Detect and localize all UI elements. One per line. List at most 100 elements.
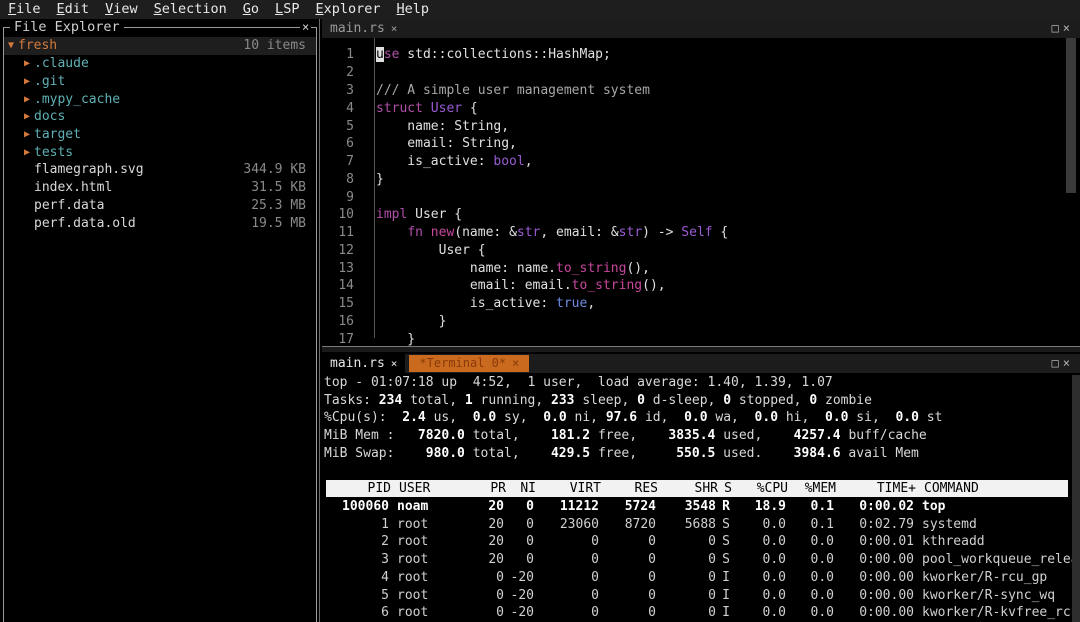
editor-scrollbar[interactable] (1066, 38, 1076, 193)
process-cell: 0:00.00 (859, 552, 914, 568)
tree-item-perf-data[interactable]: perf.data 25.3 MB (20, 197, 316, 215)
process-cell: S (722, 516, 730, 532)
tasks-stopped: 0 (723, 393, 732, 408)
menu-go[interactable]: Go (235, 0, 267, 19)
terminal-output[interactable]: top - 01:07:18 up 4:52, 1 user, load ave… (324, 374, 1080, 622)
process-cell: 0 (648, 605, 656, 621)
process-row[interactable]: 4 root 0 -20 0 0 0 I 0.0 0.0 0:00.00 kworker/R-rcu_… (324, 569, 1047, 587)
process-cell: 0 (591, 552, 599, 568)
code-area[interactable]: 1 use std::collections::HashMap; 2 3 /// A… (322, 38, 1080, 347)
code-text: is_active: true, (376, 296, 596, 311)
col-pid: PID (367, 481, 391, 496)
process-cell: 0 (708, 605, 716, 621)
process-row[interactable]: 100060 noam 20 0 11212 5724 3548 R 18.9 0.1 0:00.0… (324, 498, 945, 516)
line-number: 8 (346, 172, 354, 187)
menu-file[interactable]: File (0, 0, 49, 19)
tab-close-icon[interactable]: × (391, 22, 398, 35)
file-size: 344.9 KB (243, 162, 306, 177)
terminal-pane: main.rs × *Terminal 0* × □× top - 01:07:18… (322, 354, 1080, 622)
process-cell: 0:00.00 (859, 569, 914, 585)
explorer-close-button[interactable]: × (300, 19, 312, 36)
pane-splitter[interactable] (322, 346, 1080, 352)
code-line: 7 is_active: bool, (322, 153, 532, 171)
tree-item-target[interactable]: ▶ target (20, 126, 316, 144)
col-shr: SHR (694, 481, 718, 496)
file-explorer-panel: File Explorer × ▼ fresh 10 items ▶ .clau… (0, 19, 320, 622)
process-cell: 0.0 (762, 605, 786, 621)
menu-explorer[interactable]: Explorer (307, 0, 388, 19)
process-cell: 3548 (684, 499, 716, 514)
process-row[interactable]: 5 root 0 -20 0 0 0 I 0.0 0.0 0:00.00 kworker/R-sync… (324, 587, 1055, 605)
tasks-total: 234 (378, 393, 403, 408)
tree-item-git[interactable]: ▶ .git (20, 73, 316, 91)
process-cell: I (722, 587, 730, 603)
process-cell: 20 (488, 552, 504, 568)
menu-selection[interactable]: Selection (146, 0, 235, 19)
process-cell: root (397, 569, 429, 585)
line-number: 6 (346, 136, 354, 151)
menu-bar: File Edit View Selection Go LSP Explorer… (0, 0, 1080, 19)
process-cell: 5688 (684, 516, 716, 532)
process-cell: 0 (526, 516, 534, 532)
process-row[interactable]: 1 root 20 0 23060 8720 5688 S 0.0 0.1 0:02.79 syste… (324, 516, 977, 534)
line-number: 16 (338, 314, 354, 329)
collapsed-arrow-icon: ▶ (23, 147, 31, 158)
top-swap-line: MiB Swap: 980.0 total, 429.5 free, 550.5… (324, 446, 919, 461)
code-text: } (376, 172, 384, 187)
process-cell: 5 (381, 587, 389, 603)
process-cell: 0.0 (762, 516, 786, 532)
menu-view[interactable]: View (97, 0, 146, 19)
tab-main-rs[interactable]: main.rs × (322, 19, 406, 38)
collapsed-arrow-icon: ▶ (23, 76, 31, 87)
tree-item-tests[interactable]: ▶ tests (20, 144, 316, 162)
tasks-zombie: 0 (809, 393, 818, 408)
tab-close-icon[interactable]: × (512, 356, 519, 370)
tree-item-mypy-cache[interactable]: ▶ .mypy_cache (20, 91, 316, 109)
tree-item-claude[interactable]: ▶ .claude (20, 55, 316, 73)
tree-item-docs[interactable]: ▶ docs (20, 108, 316, 126)
tree-item-perf-data-old[interactable]: perf.data.old 19.5 MB (20, 215, 316, 233)
process-cell: 0 (648, 587, 656, 603)
code-text: struct User { (376, 101, 478, 116)
process-cell: root (397, 516, 429, 532)
process-cell: 6 (381, 605, 389, 621)
cpu-hi: 0.0 (754, 410, 779, 425)
process-cell: 0.0 (762, 587, 786, 603)
process-row[interactable]: 2 root 20 0 0 0 0 S 0.0 0.0 0:00.01 kthreadd (324, 533, 985, 551)
tab-close-icon[interactable]: × (391, 357, 398, 370)
line-number: 7 (346, 154, 354, 169)
code-text: fn new(name: &str, email: &str) -> Self … (407, 225, 729, 240)
process-row[interactable]: 3 root 20 0 0 0 0 S 0.0 0.0 0:00.00 pool_workqueue_… (324, 551, 1080, 569)
explorer-title: File Explorer (10, 19, 124, 36)
line-number: 3 (346, 83, 354, 98)
process-cell: 8720 (624, 516, 656, 532)
cpu-ni: 0.0 (543, 410, 567, 425)
process-cell: 0 (708, 587, 716, 603)
terminal-scrollbar[interactable] (1072, 375, 1080, 622)
collapsed-arrow-icon: ▶ (23, 58, 31, 69)
pane-controls[interactable]: □× (1052, 354, 1074, 373)
tab-terminal[interactable]: *Terminal 0* × (409, 355, 530, 372)
process-cell: 0 (526, 499, 534, 514)
tree-item-name: .mypy_cache (34, 92, 121, 107)
pane-controls[interactable]: □× (1052, 19, 1074, 38)
tree-root-fresh[interactable]: ▼ fresh 10 items (4, 37, 316, 55)
process-cell: S (722, 552, 730, 568)
process-row[interactable]: 6 root 0 -20 0 0 0 I 0.0 0.0 0:00.00 kworker/R-kvfr… (324, 604, 1080, 622)
mem-total: 7820.0 (417, 428, 465, 443)
process-cell: 5724 (624, 499, 656, 514)
process-cell: 0 (526, 552, 534, 568)
tab-main-rs[interactable]: main.rs × (322, 354, 406, 373)
tree-item-flamegraph[interactable]: flamegraph.svg 344.9 KB (20, 161, 316, 179)
tab-label: *Terminal 0* (419, 356, 507, 370)
swap-used: 550.5 (676, 446, 716, 461)
tree-item-index-html[interactable]: index.html 31.5 KB (20, 179, 316, 197)
process-cell: 0 (708, 534, 716, 550)
process-cell: root (397, 605, 429, 621)
menu-lsp[interactable]: LSP (267, 0, 307, 19)
process-cell: kthreadd (922, 534, 985, 550)
menu-help[interactable]: Help (389, 0, 438, 19)
menu-edit[interactable]: Edit (49, 0, 98, 19)
line-number: 5 (346, 119, 354, 134)
